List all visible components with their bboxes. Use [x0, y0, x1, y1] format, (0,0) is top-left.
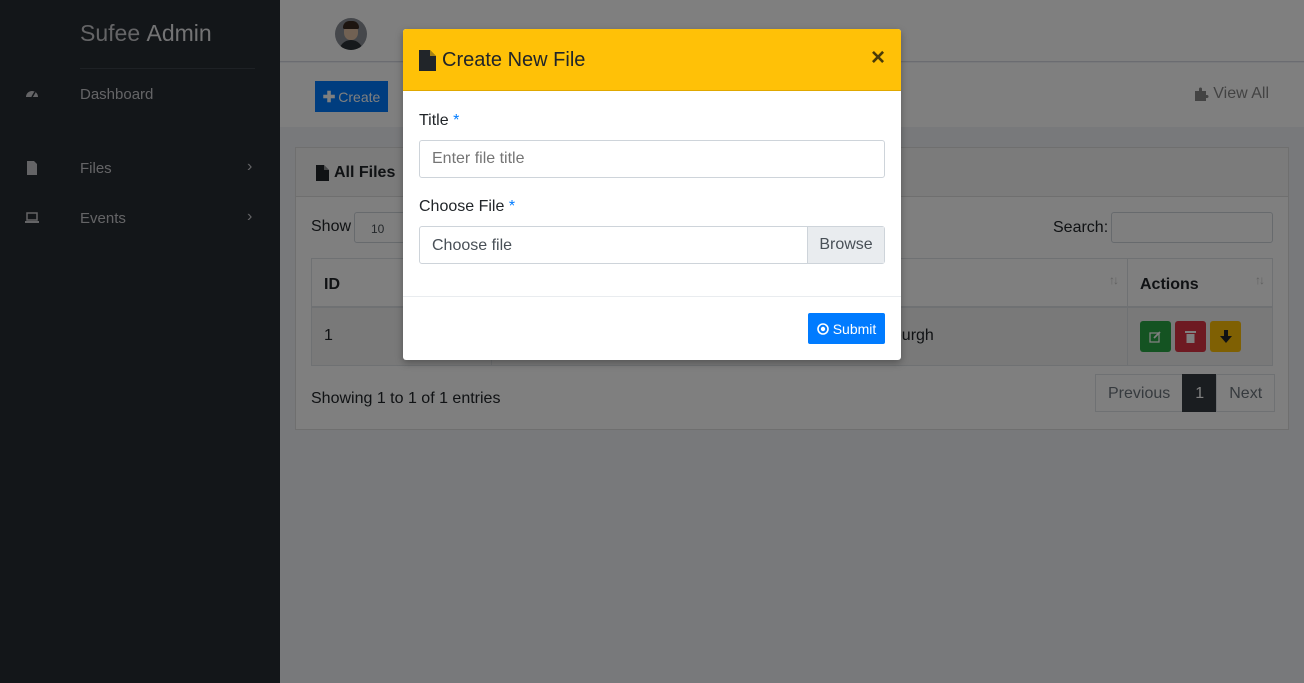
required-mark: * [508, 198, 516, 215]
modal-header: Create New File × [403, 29, 901, 91]
title-input[interactable] [419, 140, 885, 178]
circle-dot-icon [816, 322, 829, 335]
close-icon[interactable]: × [871, 46, 885, 70]
file-placeholder: Choose file [432, 237, 513, 254]
required-mark: * [453, 112, 460, 129]
file-icon [419, 50, 436, 71]
submit-label: Submit [832, 320, 877, 337]
modal-title: Create New File [419, 49, 585, 72]
file-label: Choose File * [419, 198, 516, 215]
browse-button[interactable]: Browse [807, 227, 884, 263]
modal-footer: Submit [403, 296, 901, 360]
title-label: Title * [419, 112, 460, 129]
create-file-modal: Create New File × Title * Choose File * … [403, 29, 901, 360]
file-input[interactable]: Choose file Browse [419, 226, 885, 264]
modal-title-text: Create New File [442, 49, 586, 71]
submit-button[interactable]: Submit [808, 313, 885, 344]
